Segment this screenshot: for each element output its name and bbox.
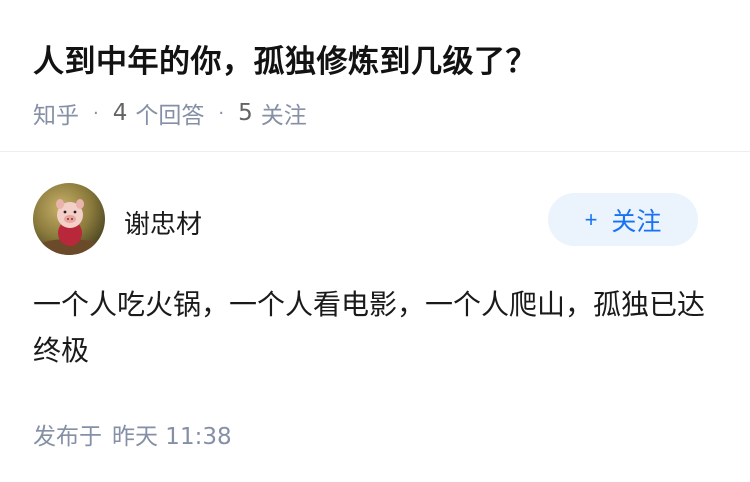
publish-time: 发布于 昨天 11:38 xyxy=(33,417,232,451)
separator-dot: · xyxy=(93,102,99,124)
answer-count: 4 xyxy=(112,100,128,126)
answer-card: 谢忠材 + 关注 一个人吃火锅，一个人看电影，一个人爬山，孤独已达终极 发布于昨… xyxy=(0,152,750,482)
question-title[interactable]: 人到中年的你，孤独修炼到几级了？ xyxy=(33,36,537,81)
author-name[interactable]: 谢忠材 xyxy=(124,204,202,241)
published-label: 发布于 xyxy=(33,424,102,450)
follow-label: 关注 xyxy=(611,207,662,236)
question-meta: 知乎 · 4 个回答 · 5 关注 xyxy=(33,96,307,130)
piglet-avatar-icon xyxy=(33,183,105,255)
follower-count: 5 xyxy=(238,100,253,126)
answer-count-label[interactable]: 个回答 xyxy=(135,96,204,130)
plus-icon: + xyxy=(584,206,598,232)
published-time-value: 昨天 11:38 xyxy=(112,424,232,450)
author-avatar[interactable] xyxy=(33,183,105,255)
separator-dot: · xyxy=(218,102,225,124)
follower-count-label[interactable]: 关注 xyxy=(261,96,307,130)
follow-button[interactable]: + 关注 xyxy=(548,193,698,246)
source-label[interactable]: 知乎 xyxy=(33,96,79,130)
question-header: 人到中年的你，孤独修炼到几级了？ 知乎 · 4 个回答 · 5 关注 xyxy=(0,0,750,152)
answer-content[interactable]: 一个人吃火锅，一个人看电影，一个人爬山，孤独已达终极 xyxy=(33,282,713,374)
